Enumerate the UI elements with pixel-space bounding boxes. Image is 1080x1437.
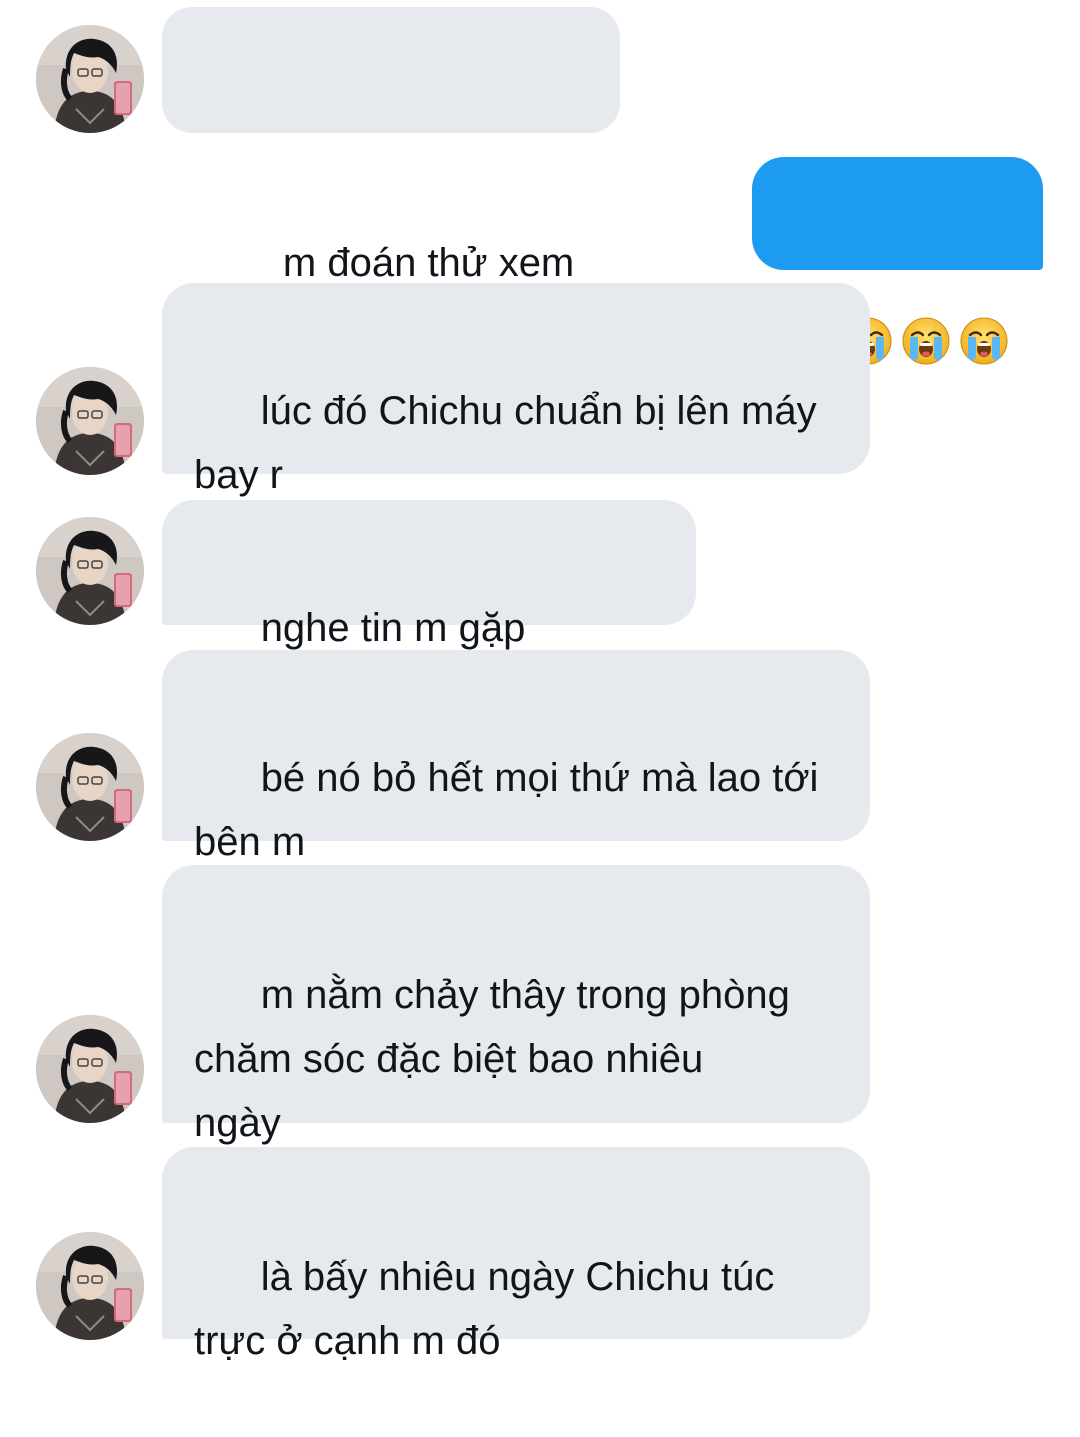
avatar[interactable]: [36, 25, 144, 133]
message-text: bé nó bỏ hết mọi thứ mà lao tới bên m: [194, 756, 819, 864]
avatar[interactable]: [36, 1232, 144, 1340]
message-bubble: m nằm chảy thây trong phòng chăm sóc đặc…: [162, 865, 870, 1145]
message-bubble: bé nó bỏ hết mọi thứ mà lao tới bên m: [162, 650, 870, 864]
message-bubble: là bấy nhiêu ngày Chichu túc trực ở cạnh…: [162, 1147, 870, 1363]
loudly-crying-face-icon: [960, 317, 1008, 365]
avatar[interactable]: [36, 733, 144, 841]
message-bubble: nghe tin m gặp chuyện: [162, 500, 696, 714]
message-bubble: lúc đó Chichu chuẩn bị lên máy bay r: [162, 283, 870, 497]
avatar[interactable]: [36, 367, 144, 475]
message-bubble-outgoing: [752, 157, 1043, 365]
avatar[interactable]: [36, 1015, 144, 1123]
message-bubble: m đoán thử xem: [162, 7, 620, 349]
message-thread: m đoán thử xem lúc đó Chichu chuẩn bị lê…: [0, 0, 1080, 1363]
loudly-crying-face-icon: [902, 317, 950, 365]
avatar[interactable]: [36, 517, 144, 625]
message-text: m đoán thử xem: [282, 241, 575, 285]
message-text: là bấy nhiêu ngày Chichu túc trực ở cạnh…: [194, 1255, 775, 1363]
message-text: m nằm chảy thây trong phòng chăm sóc đặc…: [194, 973, 790, 1145]
